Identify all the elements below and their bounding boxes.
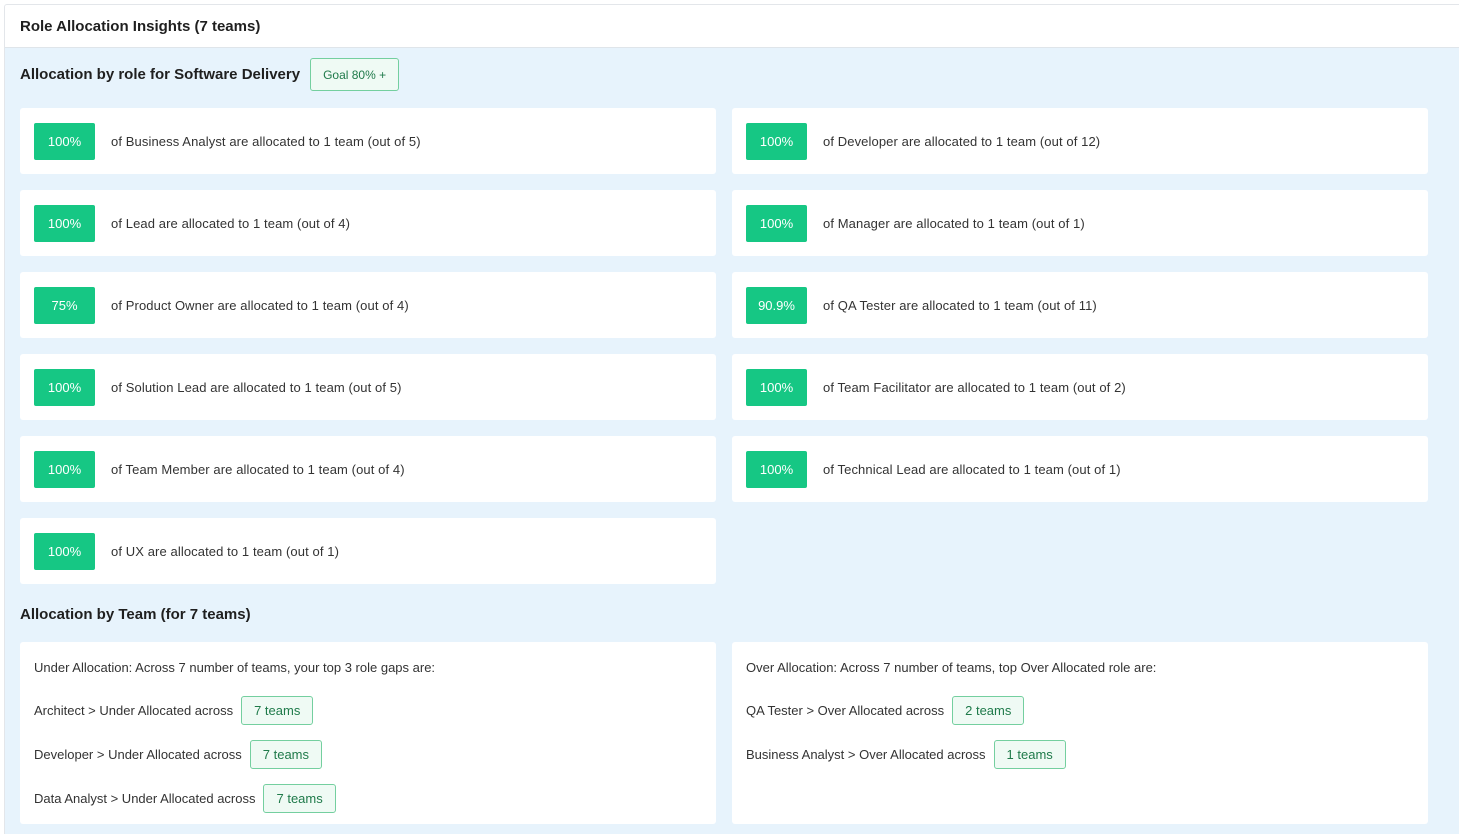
role-card-text: of Lead are allocated to 1 team (out of …: [111, 215, 351, 231]
allocation-percent-badge: 100%: [34, 532, 95, 570]
role-card: 75% of Product Owner are allocated to 1 …: [20, 272, 716, 338]
panel-header: Role Allocation Insights (7 teams): [5, 5, 1459, 48]
gap-label: QA Tester > Over Allocated across: [746, 703, 945, 718]
team-section-title: Allocation by Team (for 7 teams): [20, 606, 251, 623]
role-card-text: of UX are allocated to 1 team (out of 1): [111, 543, 340, 559]
under-allocation-row: Architect > Under Allocated across 7 tea…: [34, 696, 314, 725]
role-card-text: of Product Owner are allocated to 1 team…: [111, 297, 409, 313]
allocation-percent-badge: 100%: [34, 122, 95, 160]
teams-count-badge: 7 teams: [263, 784, 336, 813]
allocation-percent-badge: 75%: [34, 286, 95, 324]
role-card: 100% of Team Member are allocated to 1 t…: [20, 436, 716, 502]
role-card-text: of Solution Lead are allocated to 1 team…: [111, 379, 402, 395]
role-card: 100% of Solution Lead are allocated to 1…: [20, 354, 716, 420]
allocation-percent-badge: 100%: [746, 204, 807, 242]
under-allocation-card: Under Allocation: Across 7 number of tea…: [20, 642, 716, 824]
role-card: 100% of UX are allocated to 1 team (out …: [20, 518, 716, 584]
role-card: 100% of Manager are allocated to 1 team …: [732, 190, 1428, 256]
over-allocation-row: Business Analyst > Over Allocated across…: [746, 740, 1066, 769]
role-card: 100% of Lead are allocated to 1 team (ou…: [20, 190, 716, 256]
role-card: 100% of Technical Lead are allocated to …: [732, 436, 1428, 502]
teams-count-badge: 2 teams: [952, 696, 1025, 725]
teams-count-badge: 7 teams: [241, 696, 314, 725]
role-card-text: of Team Facilitator are allocated to 1 t…: [823, 379, 1126, 395]
panel-title: Role Allocation Insights (7 teams): [20, 17, 261, 35]
under-allocation-intro: Under Allocation: Across 7 number of tea…: [34, 660, 436, 675]
gap-label: Architect > Under Allocated across: [34, 703, 234, 718]
gap-label: Business Analyst > Over Allocated across: [746, 747, 986, 762]
teams-count-badge: 1 teams: [993, 740, 1066, 769]
role-card: 100% of Business Analyst are allocated t…: [20, 108, 716, 174]
gap-label: Developer > Under Allocated across: [34, 747, 242, 762]
role-card-text: of QA Tester are allocated to 1 team (ou…: [823, 297, 1097, 313]
role-card: 100% of Team Facilitator are allocated t…: [732, 354, 1428, 420]
role-section-header: Allocation by role for Software Delivery…: [20, 58, 400, 91]
gap-label: Data Analyst > Under Allocated across: [34, 791, 256, 806]
role-card: 90.9% of QA Tester are allocated to 1 te…: [732, 272, 1428, 338]
role-card: 100% of Developer are allocated to 1 tea…: [732, 108, 1428, 174]
role-card-text: of Developer are allocated to 1 team (ou…: [823, 133, 1101, 149]
allocation-percent-badge: 100%: [34, 368, 95, 406]
allocation-percent-badge: 100%: [34, 204, 95, 242]
allocation-percent-badge: 100%: [746, 368, 807, 406]
allocation-percent-badge: 100%: [34, 450, 95, 488]
allocation-percent-badge: 100%: [746, 122, 807, 160]
role-allocation-panel: Role Allocation Insights (7 teams) Alloc…: [4, 4, 1459, 834]
goal-badge: Goal 80% +: [310, 58, 400, 91]
team-section-header: Allocation by Team (for 7 teams): [20, 606, 251, 623]
over-allocation-row: QA Tester > Over Allocated across 2 team…: [746, 696, 1025, 725]
role-card-text: of Business Analyst are allocated to 1 t…: [111, 133, 421, 149]
over-allocation-intro: Over Allocation: Across 7 number of team…: [746, 660, 1157, 675]
role-card-text: of Manager are allocated to 1 team (out …: [823, 215, 1085, 231]
role-section-title: Allocation by role for Software Delivery: [20, 66, 301, 83]
role-card-text: of Team Member are allocated to 1 team (…: [111, 461, 405, 477]
over-allocation-card: Over Allocation: Across 7 number of team…: [732, 642, 1428, 824]
allocation-percent-badge: 90.9%: [746, 286, 807, 324]
under-allocation-row: Developer > Under Allocated across 7 tea…: [34, 740, 323, 769]
under-allocation-row: Data Analyst > Under Allocated across 7 …: [34, 784, 336, 813]
role-card-text: of Technical Lead are allocated to 1 tea…: [823, 461, 1121, 477]
teams-count-badge: 7 teams: [249, 740, 323, 769]
allocation-percent-badge: 100%: [746, 450, 807, 488]
